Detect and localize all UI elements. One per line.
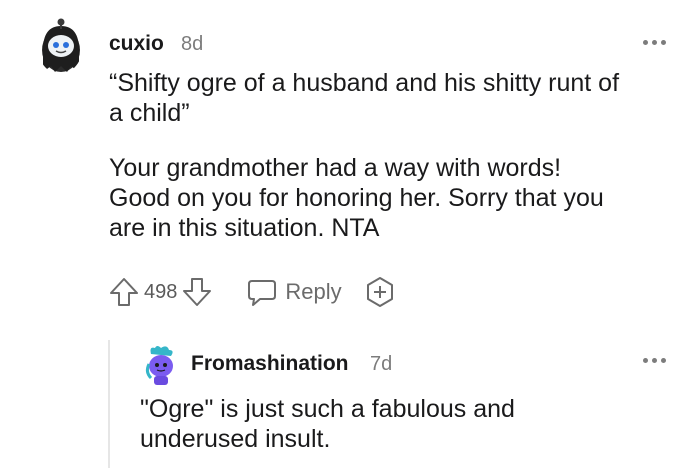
comment-username[interactable]: cuxio [109,32,164,56]
downvote-button[interactable] [181,276,213,308]
reply-username[interactable]: Fromashination [191,352,349,376]
snoo-avatar-icon [42,18,80,72]
reply-label: Reply [285,279,342,304]
commenter-avatar[interactable] [37,16,83,74]
comment-body: Your grandmother had a way with words! G… [109,154,604,242]
reply-body: "Ogre" is just such a fabulous and under… [140,395,515,453]
snoo-avatar-icon [145,346,173,385]
comment-actions: 498 Reply [108,274,396,310]
upvote-button[interactable] [108,276,140,308]
reply-avatar[interactable] [143,344,179,386]
vote-score: 498 [144,280,178,303]
reply-timestamp[interactable]: 7d [370,353,392,376]
award-button[interactable] [364,276,396,308]
arrow-up-icon [110,278,138,306]
reply-more-options-button[interactable] [643,358,666,363]
more-options-button[interactable] [643,40,666,45]
thread-line[interactable] [108,340,110,468]
speech-bubble-icon [248,280,277,306]
award-plus-icon [366,277,393,307]
arrow-down-icon [183,278,212,306]
comment-quote: “Shifty ogre of a husband and his shitty… [109,69,620,127]
more-horizontal-icon [643,358,648,363]
comment-timestamp[interactable]: 8d [181,33,203,56]
more-horizontal-icon [643,40,648,45]
reply-button[interactable]: Reply [247,277,342,307]
